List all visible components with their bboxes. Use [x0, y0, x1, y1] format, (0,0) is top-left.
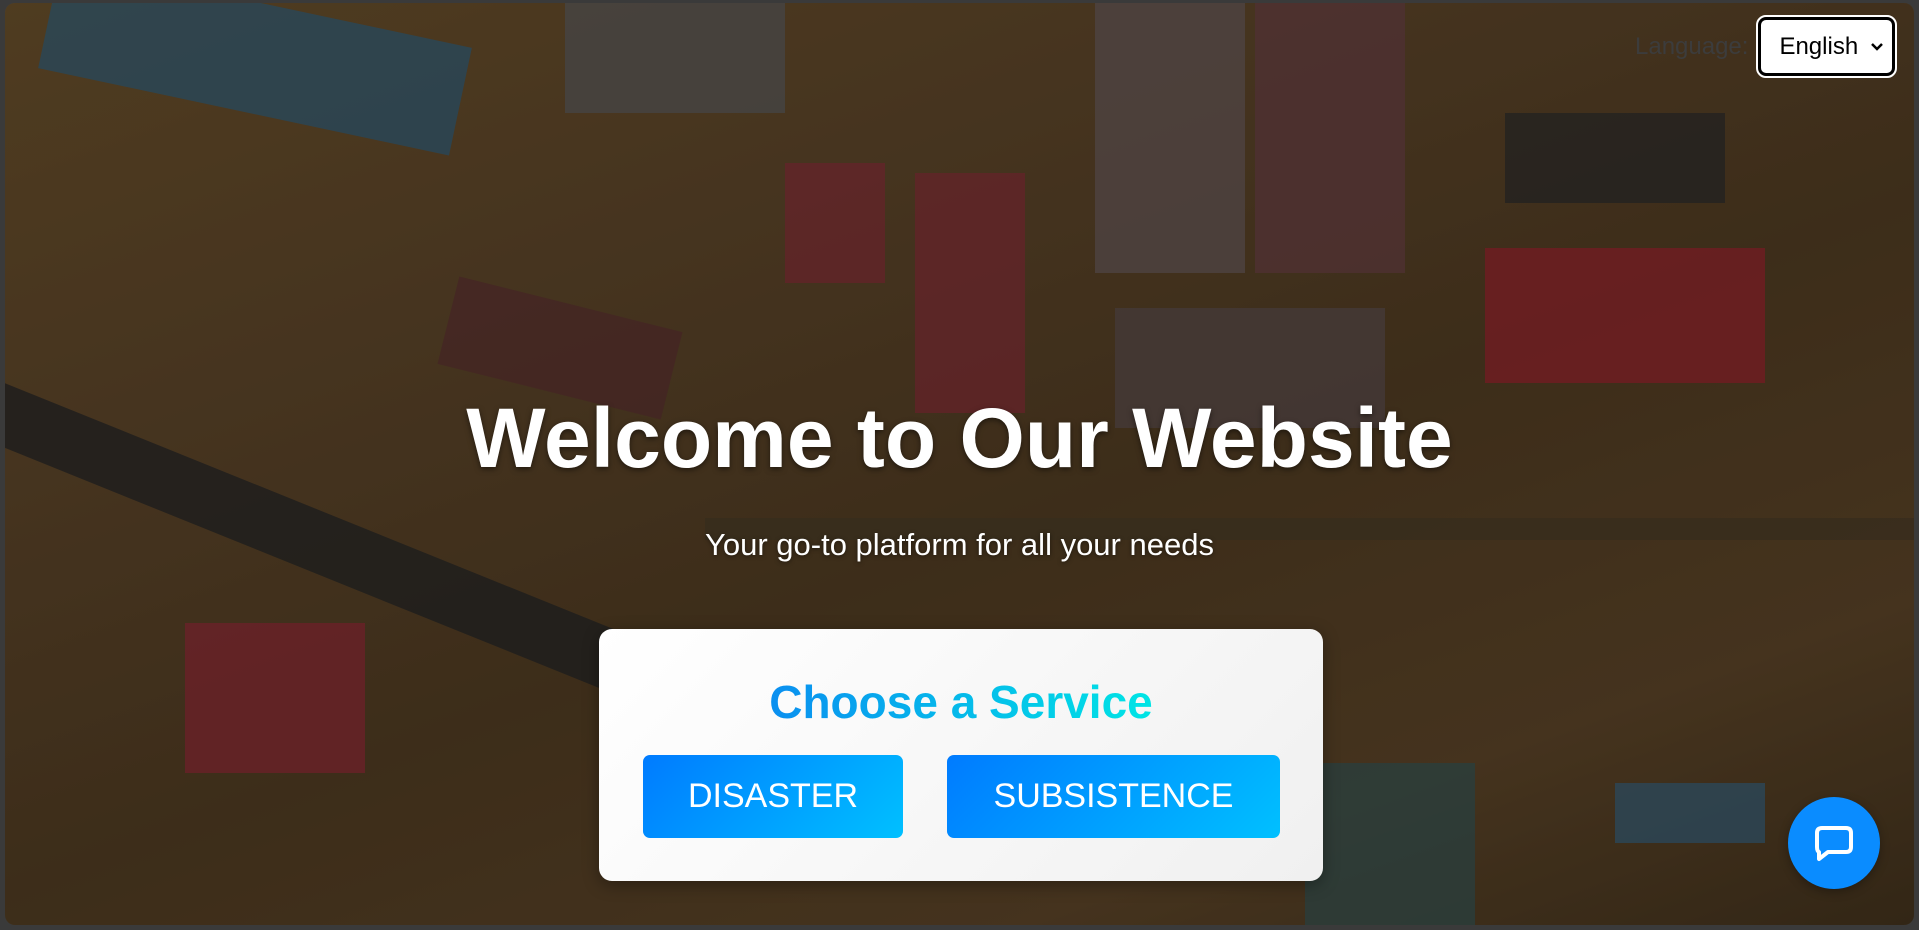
service-card: Choose a Service DISASTER SUBSISTENCE	[599, 629, 1323, 881]
disaster-button[interactable]: DISASTER	[643, 755, 903, 838]
service-card-heading: Choose a Service	[599, 675, 1323, 729]
language-label: Language:	[1635, 32, 1749, 60]
language-select[interactable]: English	[1756, 15, 1898, 78]
subsistence-button[interactable]: SUBSISTENCE	[947, 755, 1280, 838]
service-card-heading-text: Choose a Service	[769, 676, 1153, 728]
chat-bubble-icon	[1815, 826, 1853, 861]
chevron-down-icon	[1871, 42, 1884, 51]
language-selected-value: English	[1779, 32, 1859, 60]
page-subtitle: Your go-to platform for all your needs	[705, 527, 1214, 562]
page-title: Welcome to Our Website	[466, 391, 1453, 485]
chat-button[interactable]	[1788, 797, 1880, 889]
language-selector: Language: English	[1635, 15, 1898, 78]
